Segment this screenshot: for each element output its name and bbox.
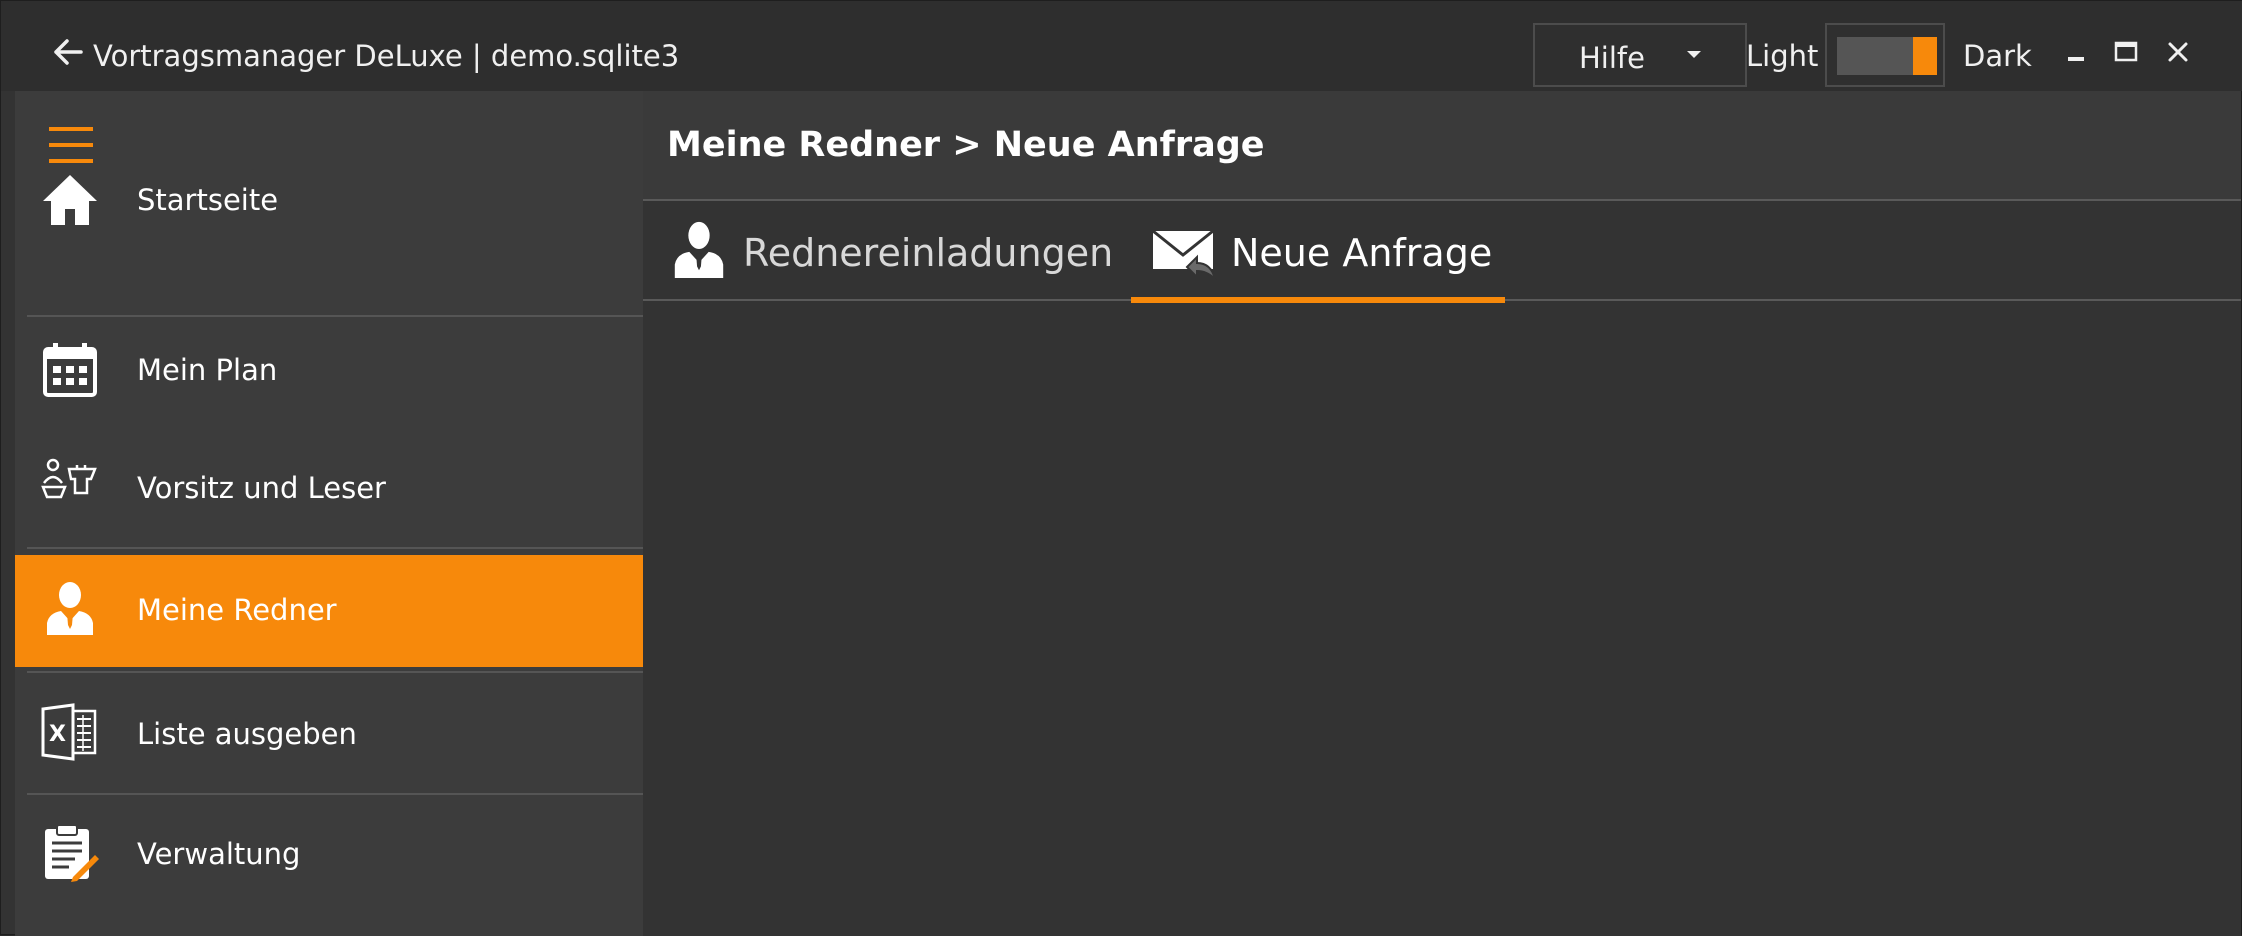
sidebar-item-label: Meine Redner bbox=[137, 593, 337, 627]
calendar-icon bbox=[39, 339, 101, 401]
sidebar-item-label: Startseite bbox=[137, 183, 279, 217]
sidebar-item-label: Vorsitz und Leser bbox=[137, 471, 386, 505]
maximize-icon[interactable] bbox=[2109, 35, 2143, 69]
minimize-icon[interactable] bbox=[2059, 35, 2093, 69]
page-header: Meine Redner > Neue Anfrage bbox=[643, 91, 2241, 201]
svg-text:X: X bbox=[49, 722, 66, 747]
tab-neue-anfrage[interactable]: Neue Anfrage bbox=[1131, 203, 1505, 303]
sidebar-item-label: Verwaltung bbox=[137, 837, 301, 871]
sidebar-item-meine-redner[interactable]: Meine Redner bbox=[15, 555, 643, 667]
tab-rednereinladungen[interactable]: Rednereinladungen bbox=[653, 203, 1113, 301]
sidebar-divider bbox=[27, 793, 643, 795]
tab-content bbox=[643, 303, 2241, 936]
app-window: Vortragsmanager DeLuxe | demo.sqlite3 Hi… bbox=[0, 0, 2242, 936]
sidebar-item-mein-plan[interactable]: Mein Plan bbox=[15, 317, 643, 431]
title-bar: Vortragsmanager DeLuxe | demo.sqlite3 Hi… bbox=[1, 1, 2242, 91]
clipboard-edit-icon bbox=[39, 821, 101, 883]
sidebar-item-liste-ausgeben[interactable]: X Liste ausgeben bbox=[15, 675, 643, 793]
tab-label: Rednereinladungen bbox=[743, 231, 1114, 275]
home-icon bbox=[39, 169, 101, 231]
page-title: Meine Redner > Neue Anfrage bbox=[667, 125, 1265, 165]
sidebar-item-startseite[interactable]: Startseite bbox=[15, 139, 643, 261]
tab-bar: Rednereinladungen Neue Anfrage bbox=[643, 203, 2241, 303]
sidebar-divider bbox=[27, 547, 643, 549]
theme-light-label: Light bbox=[1746, 39, 1819, 73]
close-icon[interactable] bbox=[2161, 35, 2195, 69]
sidebar-item-label: Liste ausgeben bbox=[137, 717, 357, 751]
chevron-down-icon bbox=[1687, 51, 1701, 58]
excel-icon: X bbox=[39, 701, 101, 763]
sidebar-item-label: Mein Plan bbox=[137, 353, 278, 387]
speaker-person-icon bbox=[669, 217, 729, 281]
sidebar-item-vorsitz-und-leser[interactable]: Vorsitz und Leser bbox=[15, 431, 643, 549]
sidebar-item-verwaltung[interactable]: Verwaltung bbox=[15, 797, 643, 917]
envelope-reply-icon bbox=[1149, 217, 1217, 283]
theme-dark-label: Dark bbox=[1963, 39, 2032, 73]
lectern-icon bbox=[39, 453, 101, 515]
sidebar-divider bbox=[27, 671, 643, 673]
sidebar: Startseite Mein Plan Vorsitz und Leser M… bbox=[15, 91, 643, 936]
toggle-thumb[interactable] bbox=[1913, 37, 1937, 75]
speaker-person-icon bbox=[39, 577, 101, 639]
main-area: Meine Redner > Neue Anfrage Rednereinlad… bbox=[643, 91, 2241, 936]
back-arrow-icon[interactable] bbox=[51, 37, 85, 67]
tab-label: Neue Anfrage bbox=[1231, 231, 1493, 275]
help-dropdown-label: Hilfe bbox=[1579, 41, 1645, 75]
window-title: Vortragsmanager DeLuxe | demo.sqlite3 bbox=[93, 39, 680, 73]
help-dropdown[interactable]: Hilfe bbox=[1533, 23, 1747, 87]
theme-toggle[interactable] bbox=[1825, 23, 1945, 87]
